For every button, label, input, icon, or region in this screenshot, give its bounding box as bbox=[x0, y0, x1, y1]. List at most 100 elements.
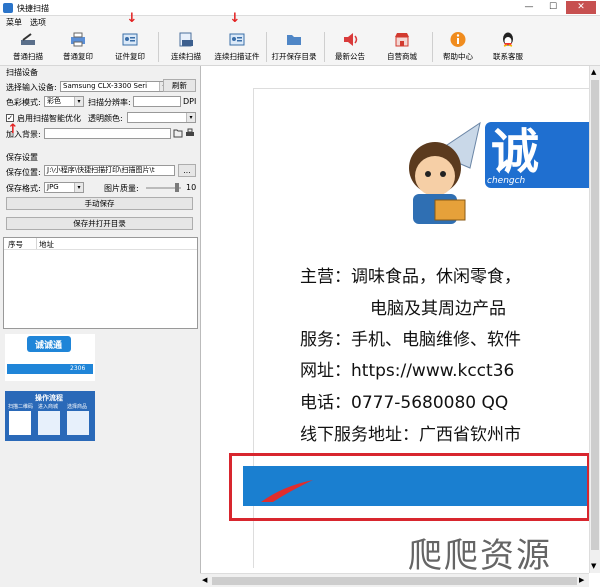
quality-slider-track[interactable] bbox=[146, 183, 181, 192]
toolbar-latest-notice[interactable]: 最新公告 bbox=[330, 31, 370, 64]
toolbar-self-mall[interactable]: 自营商城 bbox=[380, 31, 424, 64]
continuous-scan-icon bbox=[177, 31, 195, 48]
watermark-text: 爬爬资源 bbox=[408, 536, 552, 576]
save-format-label: 保存格式: bbox=[6, 184, 41, 193]
toolbar-label: 打开保存目录 bbox=[271, 52, 317, 61]
save-path-label: 保存位置: bbox=[6, 168, 41, 177]
print-icon[interactable] bbox=[185, 128, 195, 138]
manual-save-button[interactable]: 手动保存 bbox=[6, 197, 193, 210]
resolution-unit: DPI bbox=[183, 97, 197, 106]
refresh-button[interactable]: 刷新 bbox=[163, 79, 196, 92]
minimize-button[interactable]: — bbox=[518, 1, 540, 14]
toolbar-label: 普通扫描 bbox=[13, 52, 43, 61]
thumbnail-2[interactable]: 操作流程 扫描二维码 进入商城 选择商品 bbox=[5, 391, 95, 441]
open-file-icon[interactable] bbox=[173, 128, 183, 138]
left-panel: 扫描设备 选择输入设备: Samsung CLX-3300 Seri▾ 刷新 色… bbox=[0, 66, 200, 587]
toolbar-continuous-id-scan[interactable]: 连续扫描证件 bbox=[212, 31, 262, 64]
scroll-up-icon[interactable]: ▲ bbox=[591, 68, 596, 76]
toolbar-separator bbox=[266, 32, 267, 62]
toolbar-label: 连续扫描 bbox=[171, 52, 201, 61]
thumbnail-2-panel bbox=[67, 411, 89, 435]
toolbar-separator bbox=[432, 32, 433, 62]
doc-line-address: 线下服务地址：广西省钦州市 bbox=[300, 425, 521, 445]
doc-line-products: 电脑及其周边产品 bbox=[370, 299, 506, 319]
doc-line-services: 服务：手机、电脑维修、软件 bbox=[300, 330, 521, 350]
thumbnail-2-qr bbox=[9, 411, 31, 435]
brand-logo-char: 诚 bbox=[491, 124, 540, 180]
scan-device-group-title: 扫描设备 bbox=[6, 68, 38, 77]
horizontal-scroll-thumb[interactable] bbox=[212, 577, 577, 585]
doc-line-business: 主营：调味食品，休闲零食， bbox=[300, 267, 521, 287]
chevron-down-icon: ▾ bbox=[186, 113, 195, 122]
thumbnail-1-brand: 诚诚通 bbox=[35, 341, 63, 351]
quality-value: 10 bbox=[186, 183, 197, 192]
title-bar: 快捷扫描 — ☐ ✕ bbox=[0, 0, 600, 16]
enable-optimize-label: 启用扫描智能优化 bbox=[17, 114, 81, 123]
info-icon bbox=[449, 31, 467, 48]
toolbar-help-center[interactable]: 帮助中心 bbox=[438, 31, 478, 64]
list-header-divider bbox=[4, 249, 197, 250]
menu-item-menu[interactable]: 菜单 bbox=[6, 17, 22, 28]
scroll-down-icon[interactable]: ▼ bbox=[591, 562, 596, 570]
color-mode-value: 彩色 bbox=[47, 97, 61, 105]
vertical-scrollbar[interactable]: ▲ ▼ bbox=[589, 66, 600, 573]
id-card-icon bbox=[121, 31, 139, 48]
thumbnail-1[interactable]: 诚诚通 2306 bbox=[5, 334, 95, 381]
mascot-illustration bbox=[385, 118, 485, 228]
annotation-arrow-down-icon: ↓ bbox=[229, 11, 241, 26]
vertical-scroll-thumb[interactable] bbox=[591, 80, 599, 550]
transparent-color-select[interactable]: ▾ bbox=[127, 112, 196, 123]
device-select[interactable]: Samsung CLX-3300 Seri▾ bbox=[60, 81, 169, 92]
save-settings-group-title: 保存设置 bbox=[6, 153, 38, 162]
doc-line-website: 网址：https://www.kcct36 bbox=[300, 361, 515, 381]
toolbar-id-copy[interactable]: 证件复印 bbox=[110, 31, 150, 64]
scroll-right-icon[interactable]: ▶ bbox=[579, 576, 584, 584]
toolbar-label: 证件复印 bbox=[115, 52, 145, 61]
qq-icon bbox=[499, 31, 517, 48]
list-column-divider bbox=[36, 238, 37, 249]
browse-button[interactable]: ... bbox=[178, 164, 196, 177]
thumbnail-2-step1: 扫描二维码 bbox=[8, 404, 34, 410]
menu-item-options[interactable]: 选项 bbox=[30, 17, 46, 28]
speaker-icon bbox=[341, 31, 359, 48]
toolbar-normal-scan[interactable]: 普通扫描 bbox=[8, 31, 48, 64]
thumbnail-1-tag: 2306 bbox=[70, 365, 86, 372]
quality-slider-thumb[interactable] bbox=[175, 183, 180, 192]
save-format-select[interactable]: JPG ▾ bbox=[44, 182, 84, 193]
add-background-input[interactable] bbox=[44, 128, 171, 139]
quality-label: 图片质量: bbox=[104, 184, 139, 193]
app-icon bbox=[3, 3, 13, 13]
toolbar-contact-support[interactable]: 联系客服 bbox=[488, 31, 528, 64]
folder-icon bbox=[285, 31, 303, 48]
toolbar-label: 连续扫描证件 bbox=[214, 52, 260, 61]
brand-logo-block: 诚 chengch bbox=[485, 122, 589, 188]
enable-optimize-checkbox[interactable]: ✓ bbox=[6, 114, 14, 122]
annotation-arrow-down-icon: ↓ bbox=[126, 11, 138, 26]
thumbnail-2-step3: 选择商品 bbox=[67, 404, 88, 410]
toolbar-continuous-scan[interactable]: 连续扫描 bbox=[166, 31, 206, 64]
app-window: 快捷扫描 — ☐ ✕ 菜单 选项 普通扫描 普通复印 证件复印 连续扫描 连续扫… bbox=[0, 0, 600, 587]
menu-bar: 菜单 选项 bbox=[0, 16, 600, 28]
chevron-down-icon: ▾ bbox=[74, 183, 83, 192]
doc-line-phone: 电话：0777-5680080 QQ bbox=[300, 393, 509, 413]
save-and-open-button[interactable]: 保存并打开目录 bbox=[6, 217, 193, 230]
resolution-label: 扫描分辨率: bbox=[88, 98, 131, 107]
device-select-value: Samsung CLX-3300 Seri bbox=[63, 82, 148, 90]
toolbar-label: 帮助中心 bbox=[443, 52, 473, 61]
id-card-scan-icon bbox=[228, 31, 246, 48]
shop-icon bbox=[393, 31, 411, 48]
maximize-button[interactable]: ☐ bbox=[542, 1, 564, 14]
annotation-arrow-up-icon: ↑ bbox=[7, 122, 19, 137]
toolbar-normal-copy[interactable]: 普通复印 bbox=[58, 31, 98, 64]
scan-list[interactable]: 序号 地址 bbox=[3, 237, 198, 329]
color-mode-select[interactable]: 彩色 ▾ bbox=[44, 96, 84, 107]
save-path-input[interactable]: J:\小程序\快捷扫描打印\扫描图片\t bbox=[44, 165, 175, 176]
close-button[interactable]: ✕ bbox=[566, 1, 596, 14]
resolution-input[interactable] bbox=[133, 96, 181, 107]
thumbnail-2-step2: 进入商城 bbox=[38, 404, 59, 410]
scroll-left-icon[interactable]: ◀ bbox=[202, 576, 207, 584]
toolbar-open-save-folder[interactable]: 打开保存目录 bbox=[270, 31, 318, 64]
toolbar-label: 联系客服 bbox=[493, 52, 523, 61]
device-label: 选择输入设备: bbox=[6, 83, 57, 92]
save-format-value: JPG bbox=[47, 183, 59, 191]
